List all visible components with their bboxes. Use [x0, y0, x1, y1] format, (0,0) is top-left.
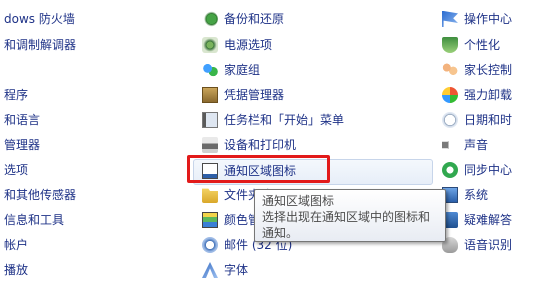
sound-link[interactable]: 声音	[442, 134, 488, 156]
tooltip-title: 通知区域图标	[262, 194, 335, 208]
printer-icon	[202, 137, 218, 153]
display-color-icon	[202, 212, 218, 228]
personalization-icon	[442, 37, 458, 53]
homegroup-link[interactable]: 家庭组	[202, 59, 260, 81]
taskbar-icon	[202, 112, 218, 128]
tooltip: 通知区域图标 选择出现在通知区域中的图标和通知。	[254, 189, 446, 242]
devices-printers-link[interactable]: 设备和打印机	[202, 134, 296, 156]
credential-manager-link[interactable]: 凭据管理器	[202, 84, 284, 106]
font-icon	[202, 262, 218, 278]
uninstall-link[interactable]: 强力卸载	[442, 84, 512, 106]
left-item-sensors[interactable]: 和其他传感器	[4, 184, 76, 206]
action-center-flag-icon	[442, 11, 458, 27]
backup-icon	[202, 11, 218, 27]
left-item-options[interactable]: 选项	[4, 159, 28, 181]
left-item-firewall[interactable]: dows 防火墙	[4, 8, 75, 30]
left-item-performance-info[interactable]: 信息和工具	[4, 209, 64, 231]
left-item-autoplay[interactable]: 播放	[4, 259, 28, 281]
date-time-link[interactable]: 日期和时	[442, 109, 512, 131]
folder-icon	[202, 188, 218, 203]
power-options-link[interactable]: 电源选项	[202, 34, 272, 56]
left-item-modem[interactable]: 和调制解调器	[4, 34, 76, 56]
taskbar-start-menu-link[interactable]: 任务栏和「开始」菜单	[202, 109, 344, 131]
credential-manager-icon	[202, 87, 218, 103]
parental-controls-icon	[442, 62, 458, 78]
uninstall-icon	[442, 87, 458, 103]
system-link[interactable]: 系统	[442, 184, 488, 206]
homegroup-icon	[202, 62, 218, 78]
sync-center-link[interactable]: 同步中心	[442, 159, 512, 181]
personalization-link[interactable]: 个性化	[442, 34, 500, 56]
fonts-link[interactable]: 字体	[202, 259, 248, 281]
parental-controls-link[interactable]: 家长控制	[442, 59, 512, 81]
speech-recognition-link[interactable]: 语音识别	[442, 234, 512, 256]
speaker-icon	[442, 137, 454, 153]
clock-icon	[442, 112, 458, 128]
left-item-manager[interactable]: 管理器	[4, 134, 40, 156]
highlight-annotation-box	[187, 155, 330, 183]
tooltip-description: 选择出现在通知区域中的图标和通知。	[262, 210, 431, 240]
action-center-link[interactable]: 操作中心	[442, 8, 512, 30]
left-item-programs[interactable]: 程序	[4, 84, 28, 106]
backup-restore-link[interactable]: 备份和还原	[202, 8, 284, 30]
left-item-accounts[interactable]: 帐户	[4, 234, 28, 256]
left-item-language[interactable]: 和语言	[4, 109, 40, 131]
power-options-icon	[202, 37, 218, 53]
mail-icon	[202, 237, 218, 253]
troubleshooting-link[interactable]: 疑难解答	[442, 209, 512, 231]
sync-icon	[442, 162, 458, 178]
